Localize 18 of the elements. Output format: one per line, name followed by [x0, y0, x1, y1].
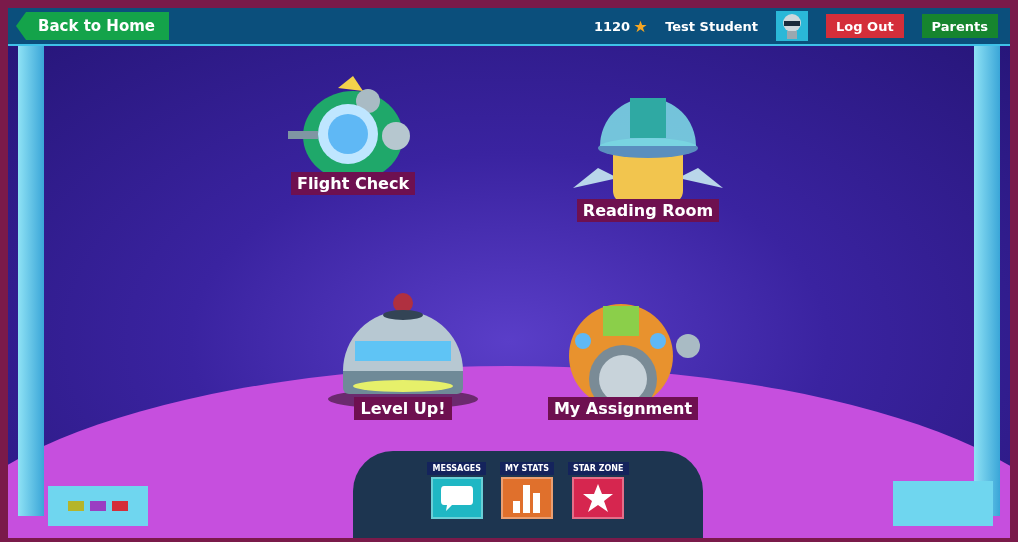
nav-label: MY STATS: [500, 462, 554, 475]
destination-link[interactable]: Reading Room: [576, 199, 720, 222]
student-name: Test Student: [665, 18, 759, 34]
avatar-icon[interactable]: [776, 11, 809, 41]
stats-button[interactable]: [501, 477, 554, 519]
speech-bubble-icon: [439, 484, 474, 512]
star-icon: [634, 19, 648, 33]
bar-chart-icon: [512, 483, 543, 513]
parents-button[interactable]: Parents: [921, 14, 998, 38]
nav-label: MESSAGES: [427, 462, 487, 475]
destination-link[interactable]: Level Up!: [354, 397, 452, 420]
star-button[interactable]: [572, 477, 625, 519]
destination-link[interactable]: Flight Check: [290, 172, 416, 195]
log-out-button[interactable]: Log Out: [826, 14, 904, 38]
star-icon: [582, 483, 615, 513]
points-count: 1120: [593, 18, 631, 34]
nav-label: STAR ZONE: [568, 462, 629, 475]
destination-link[interactable]: My Assignment: [547, 397, 699, 420]
